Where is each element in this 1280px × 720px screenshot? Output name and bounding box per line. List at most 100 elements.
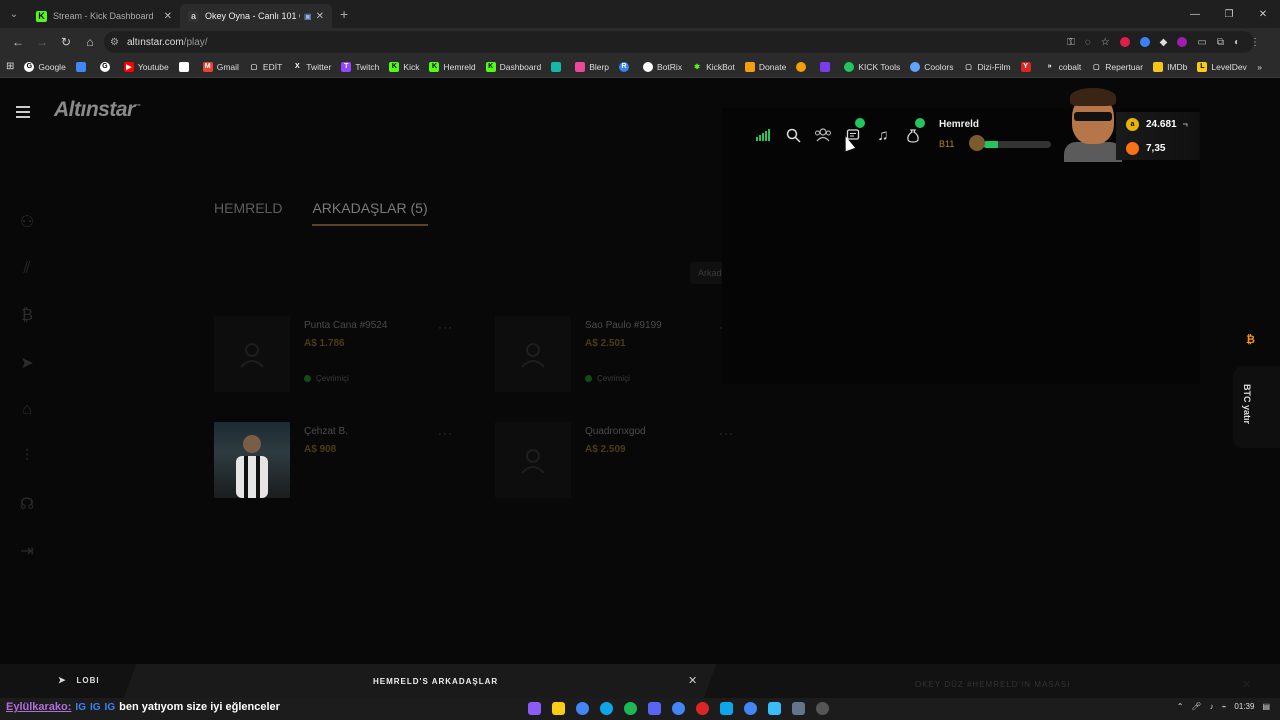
- kebab-menu-icon[interactable]: ⋮: [1250, 37, 1260, 48]
- wallet-balances[interactable]: a 24.681 ¬ 7,35: [1116, 112, 1200, 160]
- friend-card[interactable]: Çehzat B. A$ 908 ···: [214, 422, 474, 502]
- btc-deposit-tab[interactable]: [1233, 366, 1280, 448]
- chrome-icon[interactable]: [744, 702, 757, 715]
- bookmark-repertuar[interactable]: ▢ Repertuar: [1091, 62, 1143, 72]
- more-bookmarks-icon[interactable]: »: [1257, 62, 1262, 72]
- discord-icon[interactable]: [648, 702, 661, 715]
- bitcoin-icon[interactable]: ₿: [0, 292, 54, 339]
- bookmark-blank4[interactable]: [796, 61, 810, 72]
- bookmark-dizifilm[interactable]: ▢ Dizi-Film: [964, 62, 1010, 72]
- bookmark-r[interactable]: R: [619, 61, 633, 72]
- more-options-icon[interactable]: ···: [438, 320, 453, 334]
- bookmark-edit[interactable]: ▢ EDİT: [249, 62, 283, 72]
- tab-close-icon[interactable]: ✕: [164, 11, 172, 22]
- app-icon[interactable]: [528, 702, 541, 715]
- edge-icon[interactable]: [600, 702, 613, 715]
- close-table-icon[interactable]: ✕: [1242, 678, 1251, 691]
- bookmark-gmail[interactable]: M Gmail: [202, 61, 239, 72]
- tab-hemreld[interactable]: HEMRELD: [214, 200, 282, 226]
- music-icon[interactable]: ♫: [868, 122, 898, 148]
- tab-kick-dashboard[interactable]: K Stream - Kick Dashboard ✕: [28, 4, 180, 28]
- tab-search-icon[interactable]: ⌄: [0, 0, 28, 28]
- notifications-icon[interactable]: ▤: [1262, 702, 1270, 711]
- bookmark-dashboard[interactable]: K Dashboard: [485, 61, 541, 72]
- forward-icon[interactable]: →: [30, 30, 54, 54]
- hamburger-menu-icon[interactable]: [16, 106, 30, 121]
- puzzle-icon[interactable]: ⧉: [1217, 37, 1224, 48]
- extension-icon[interactable]: [1177, 37, 1188, 47]
- site-logo[interactable]: Altınstar™: [54, 98, 141, 122]
- friend-card[interactable]: Sao Paulo #9199 A$ 2.501 Çevrimiçi ···: [495, 316, 755, 396]
- volume-icon[interactable]: ♪: [1210, 702, 1214, 711]
- tab-okey-oyna[interactable]: a Okey Oyna - Canlı 101 Okey ▣ ✕: [180, 4, 332, 28]
- user-avatar[interactable]: [1064, 86, 1122, 162]
- close-panel-icon[interactable]: ✕: [688, 674, 697, 687]
- chrome-icon[interactable]: [672, 702, 685, 715]
- sliders-icon[interactable]: ⫶: [0, 433, 54, 480]
- spotify-icon[interactable]: [624, 702, 637, 715]
- bookmark-botrix[interactable]: BotRix: [643, 61, 682, 72]
- bookmark-leveldev[interactable]: L LevelDev: [1197, 61, 1247, 72]
- user-icon[interactable]: ⚇: [0, 198, 54, 245]
- bookmark-coolors[interactable]: Coolors: [910, 61, 954, 72]
- money-bag-icon[interactable]: [898, 118, 928, 148]
- more-options-icon[interactable]: ···: [719, 426, 734, 440]
- stats-icon[interactable]: ⫽: [0, 245, 54, 292]
- new-tab-icon[interactable]: +: [340, 6, 348, 22]
- chrome-icon[interactable]: [576, 702, 589, 715]
- bookmark-y[interactable]: Y: [1020, 61, 1035, 72]
- bookmark-google2[interactable]: G: [99, 61, 114, 72]
- minimize-icon[interactable]: —: [1178, 0, 1212, 28]
- app-icon[interactable]: [792, 702, 805, 715]
- bookmark-blank5[interactable]: [820, 61, 834, 72]
- app-icon[interactable]: [696, 702, 709, 715]
- bookmark-kicktools[interactable]: KICK Tools: [844, 61, 900, 72]
- bookmark-kick[interactable]: K Kick: [389, 61, 419, 72]
- star-icon[interactable]: ☆: [1101, 37, 1110, 48]
- friend-card[interactable]: Punta Cana #9524 A$ 1.786 Çevrimiçi ···: [214, 316, 474, 396]
- microphone-icon[interactable]: 🎤︎: [1191, 702, 1201, 711]
- clock[interactable]: 01:39: [1234, 702, 1254, 711]
- bookmark-twitter[interactable]: X Twitter: [292, 62, 331, 72]
- bookmark-blank[interactable]: [75, 61, 90, 72]
- key-icon[interactable]: ⚿: [1067, 37, 1075, 48]
- restore-icon[interactable]: ❐: [1212, 0, 1246, 28]
- bookmark-imdb[interactable]: IMDb: [1153, 61, 1187, 72]
- site-info-icon[interactable]: ⚙: [110, 37, 119, 48]
- extension-icon[interactable]: [1119, 37, 1130, 47]
- eye-off-icon[interactable]: ◌: [1085, 37, 1091, 48]
- window-close-icon[interactable]: ✕: [1246, 0, 1280, 28]
- bookmark-blerp[interactable]: Blerp: [575, 61, 609, 72]
- profile-avatar-icon[interactable]: ◐: [1234, 37, 1240, 48]
- bookmark-blank3[interactable]: [551, 61, 565, 72]
- lobby-tab[interactable]: ➤ LOBI: [58, 675, 100, 686]
- game-table-tab[interactable]: OKEY DÜZ #HEMRELD'IN MASASI: [915, 680, 1071, 689]
- tab-arkadaslar[interactable]: ARKADAŞLAR (5): [312, 200, 428, 226]
- home-icon[interactable]: ⌂: [78, 30, 102, 54]
- audio-playing-icon[interactable]: ▣: [304, 12, 312, 21]
- bookmark-twitch[interactable]: T Twitch: [341, 61, 379, 72]
- sidepanel-icon[interactable]: ▭: [1197, 37, 1206, 48]
- back-icon[interactable]: ←: [6, 30, 30, 54]
- send-icon[interactable]: ➤: [0, 339, 54, 386]
- bookmark-hemreld[interactable]: K Hemreld: [429, 61, 476, 72]
- support-icon[interactable]: ☊: [0, 480, 54, 527]
- friend-card[interactable]: Quadronxgod A$ 2.509 ···: [495, 422, 755, 502]
- extension-icon[interactable]: [1139, 37, 1150, 47]
- bookmark-google[interactable]: G Google: [24, 61, 66, 72]
- tab-close-icon[interactable]: ✕: [316, 11, 324, 22]
- bookmark-donate[interactable]: Donate: [744, 61, 786, 72]
- app-icon[interactable]: [720, 702, 733, 715]
- app-icon[interactable]: [768, 702, 781, 715]
- tray-chevron-icon[interactable]: ⌃: [1177, 702, 1184, 711]
- user-profile-block[interactable]: Hemreld B11: [939, 119, 1051, 151]
- more-options-icon[interactable]: ···: [438, 426, 453, 440]
- bookmark-blank2[interactable]: [178, 61, 193, 72]
- reload-icon[interactable]: ↻: [54, 30, 78, 54]
- apps-icon[interactable]: ⊞: [6, 61, 14, 72]
- bookmark-cobalt[interactable]: » cobalt: [1045, 62, 1082, 72]
- extension-icon[interactable]: ◆: [1160, 37, 1168, 48]
- network-icon[interactable]: ⌁: [1222, 702, 1227, 711]
- logout-icon[interactable]: ⇥: [0, 527, 54, 574]
- bookmark-kickbot[interactable]: ✱ KickBot: [692, 62, 735, 72]
